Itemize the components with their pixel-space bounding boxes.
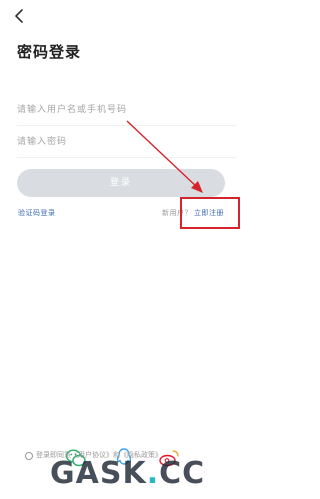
watermark-dot: . <box>146 456 160 491</box>
password-input[interactable] <box>17 127 237 157</box>
sms-login-link[interactable]: 验证码登录 <box>18 208 56 218</box>
login-screen: 密码登录 登录 验证码登录 新用户？ 立即注册 登录即同意《用户协议》和《隐私政… <box>0 0 254 499</box>
watermark: GASK.CC <box>50 456 205 491</box>
back-icon[interactable] <box>10 6 30 26</box>
password-field[interactable] <box>17 127 237 158</box>
annotation-arrow <box>126 120 203 193</box>
username-field[interactable] <box>17 95 237 126</box>
watermark-text-end: CC <box>159 456 206 491</box>
watermark-text-start: GASK <box>50 456 147 491</box>
login-button[interactable]: 登录 <box>17 169 225 197</box>
annotation-highlight-box <box>180 197 240 229</box>
page-title: 密码登录 <box>17 43 82 61</box>
agreement-checkbox[interactable] <box>25 452 33 460</box>
username-input[interactable] <box>17 95 237 125</box>
